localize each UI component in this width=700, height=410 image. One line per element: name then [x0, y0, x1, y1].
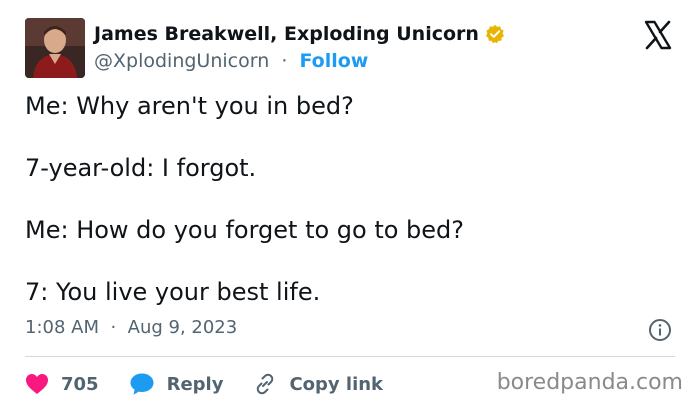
tweet-time: 1:08 AM — [25, 317, 99, 338]
avatar-photo — [25, 18, 85, 78]
divider — [25, 356, 675, 357]
speech-bubble-icon — [130, 373, 154, 395]
tweet-line: 7: You live your best life. — [25, 278, 321, 306]
author-name[interactable]: James Breakwell, Exploding Unicorn — [94, 23, 479, 45]
tweet-timestamp[interactable]: 1:08 AM · Aug 9, 2023 — [25, 317, 237, 338]
verified-badge-icon — [485, 24, 504, 44]
tweet-line: Me: How do you forget to go to bed? — [25, 216, 465, 244]
tweet-card: James Breakwell, Exploding Unicorn @Xplo… — [0, 0, 700, 410]
watermark: boredpanda.com — [496, 370, 683, 395]
meta-separator: · — [104, 317, 122, 338]
copy-link-label: Copy link — [289, 373, 384, 395]
author-name-row: James Breakwell, Exploding Unicorn — [94, 23, 505, 45]
follow-button[interactable]: Follow — [299, 50, 368, 72]
copy-link-button[interactable]: Copy link — [253, 372, 383, 396]
x-logo-icon[interactable] — [643, 20, 673, 50]
reply-button[interactable]: Reply — [129, 372, 224, 396]
like-button[interactable]: 705 — [25, 373, 99, 395]
tweet-line: 7-year-old: I forgot. — [25, 154, 257, 182]
author-handle[interactable]: @XplodingUnicorn — [94, 50, 269, 72]
reply-label: Reply — [166, 373, 224, 395]
link-icon — [257, 373, 274, 395]
tweet-date: Aug 9, 2023 — [127, 317, 238, 338]
tweet-text: Me: Why aren't you in bed? 7-year-old: I… — [25, 91, 675, 307]
handle-separator: · — [275, 50, 294, 72]
avatar[interactable] — [25, 18, 85, 78]
info-icon[interactable] — [648, 318, 672, 342]
tweet-line: Me: Why aren't you in bed? — [25, 92, 354, 120]
tweet-actions: 705 Reply Copy link — [25, 370, 413, 398]
like-count: 705 — [61, 373, 99, 395]
heart-icon — [26, 374, 48, 394]
author-handle-row: @XplodingUnicorn · Follow — [94, 50, 368, 72]
